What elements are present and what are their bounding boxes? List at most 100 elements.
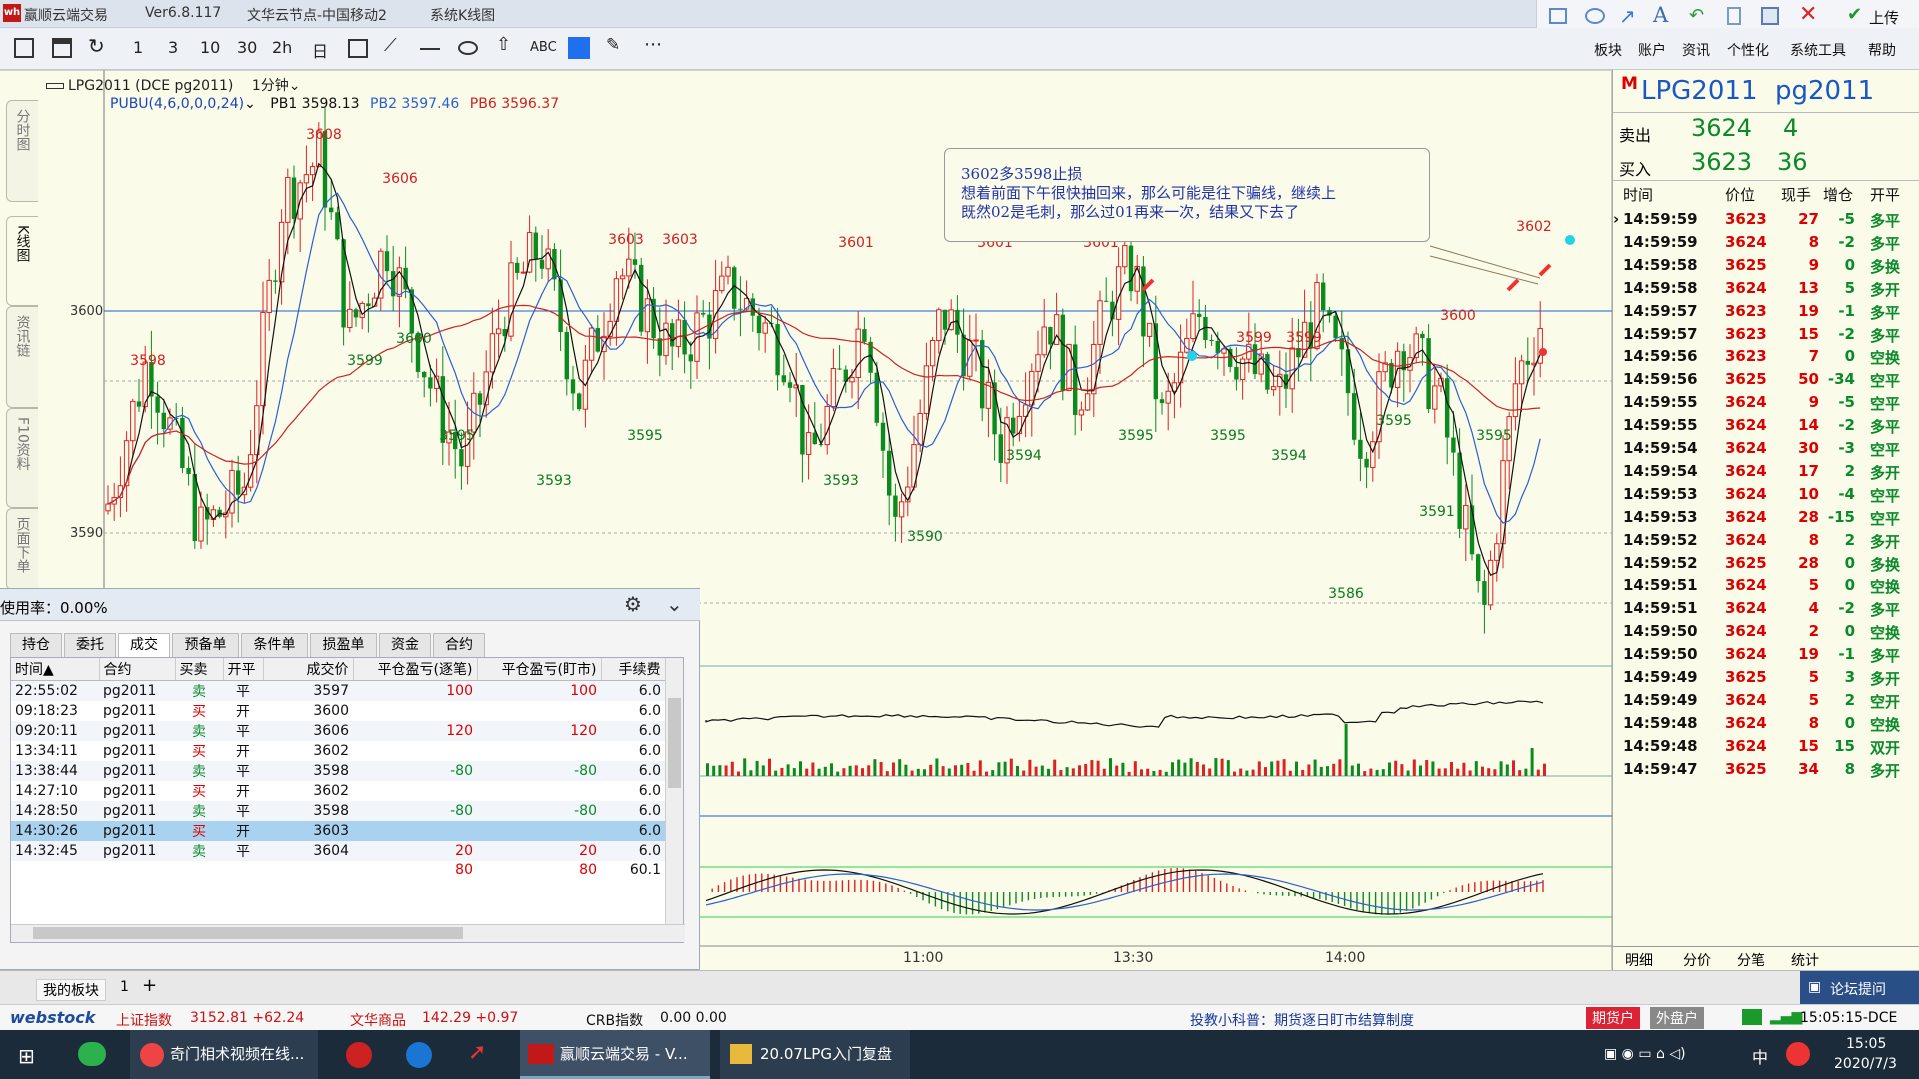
trade-row[interactable]: 09:20:11 pg2011 卖平 3606 120 120 6.0 [11,720,665,741]
sh-index-label[interactable]: 上证指数 [116,1010,172,1030]
trades-col-header[interactable]: 开平 [223,658,264,681]
tick-row[interactable]: 14:59:52 3625 28 0 多换 [1613,554,1919,577]
foreign-account-button[interactable]: 外盘户 [1650,1007,1704,1029]
taskbar-app-browser[interactable]: 奇门相术视频在线... [130,1030,318,1079]
tick-row[interactable]: 14:59:54 3624 17 2 多开 [1613,462,1919,485]
tab-detail[interactable]: 明细 [1625,950,1653,970]
ime-indicator[interactable]: 中 [1752,1044,1768,1068]
chart-note[interactable]: 3602多3598止损 想着前面下午很快抽回来，那么可能是往下骗线，继续上 既然… [944,148,1430,242]
tab-stats[interactable]: 统计 [1791,950,1819,970]
order-tab-6[interactable]: 资金 [379,633,431,657]
order-tab-1[interactable]: 委托 [64,633,116,657]
trade-row[interactable]: 22:55:02 pg2011 卖平 3597 100 100 6.0 [11,680,665,701]
menu-personalize[interactable]: 个性化 [1727,40,1769,60]
trade-row[interactable]: 14:32:45 pg2011 卖平 3604 20 20 6.0 [11,840,665,861]
layout-grid-icon[interactable] [348,39,368,58]
up-arrow-tool-icon[interactable]: ⇧ [496,34,511,55]
undo-icon[interactable]: ↶ [1689,5,1704,26]
tick-row[interactable]: 14:59:56 3625 50 -34 空平 [1613,370,1919,393]
trades-col-header[interactable]: 平仓盈亏(逐笔) [353,658,478,681]
period-30min-button[interactable]: 30 [237,38,257,57]
tick-row[interactable]: 14:59:57 3623 19 -1 多平 [1613,302,1919,325]
taskbar-app-folder[interactable]: 20.07LPG入门复盘 [720,1030,910,1079]
text-label-tool[interactable]: ABC [530,40,557,55]
forum-button-bg[interactable]: ▣ 论坛提问 [1800,971,1919,1005]
menu-system-tools[interactable]: 系统工具 [1790,40,1846,60]
menu-help[interactable]: 帮助 [1868,40,1896,60]
period-2h-button[interactable]: 2h [272,38,292,57]
order-tab-2[interactable]: 成交 [118,633,170,657]
rectangle-tool-icon[interactable] [1549,8,1567,24]
trades-col-header[interactable]: 平仓盈亏(盯市) [477,658,602,681]
vertical-scrollbar[interactable] [665,658,683,926]
tab-kline[interactable]: K线图 [6,216,38,306]
line-tool-icon[interactable]: ⟋ [384,35,397,56]
tick-row[interactable]: 14:59:51 3624 4 -2 多平 [1613,599,1919,622]
order-tab-0[interactable]: 持仓 [10,633,62,657]
refresh-icon[interactable]: ↻ [88,34,105,58]
tick-row[interactable]: 14:59:53 3624 10 -4 空平 [1613,485,1919,508]
order-tab-7[interactable]: 合约 [433,633,485,657]
taskbar-app-trading[interactable]: 赢顺云端交易 - V... [520,1030,710,1079]
app-k-icon[interactable] [406,1042,432,1068]
add-block-button[interactable]: + [142,975,157,996]
tick-row[interactable]: 14:59:55 3624 14 -2 多平 [1613,416,1919,439]
tick-row[interactable]: 14:59:55 3624 9 -5 空平 [1613,393,1919,416]
tick-row[interactable]: 14:59:59 3624 8 -2 多平 [1613,233,1919,256]
wh-index-label[interactable]: 文华商品 [350,1010,406,1030]
tick-row[interactable]: 14:59:50 3624 2 0 空换 [1613,622,1919,645]
order-icon[interactable] [14,38,34,58]
more-icon[interactable]: ⋯ [644,34,662,55]
tick-row[interactable]: 14:59:47 3625 34 8 多开 [1613,760,1919,783]
menu-board[interactable]: 板块 [1594,40,1622,60]
indicator-name[interactable]: PUBU(4,6,0,0,0,24) [110,96,244,112]
chevron-down-icon[interactable]: ⌄ [289,78,301,94]
period-3min-button[interactable]: 3 [168,38,178,57]
hline-tool-icon[interactable] [420,48,440,50]
trades-col-header[interactable]: 成交价 [263,658,354,681]
tick-row[interactable]: 14:59:53 3624 28 -15 空平 [1613,508,1919,531]
tick-row[interactable]: 14:59:49 3624 5 2 空开 [1613,691,1919,714]
trade-row[interactable]: 14:30:26 pg2011 买开 3603 6.0 [11,820,665,841]
period-day-button[interactable]: 日 [312,38,328,62]
color-picker-icon[interactable] [568,37,590,59]
my-block-tab[interactable]: 我的板块 [36,979,106,1001]
upload-button[interactable]: 上传 [1869,7,1899,28]
save-layout-icon[interactable] [52,38,72,58]
education-tip[interactable]: 投教小科普：期货逐日盯市结算制度 [1190,1010,1414,1030]
trades-col-header[interactable]: 合约 [99,658,176,681]
tick-row[interactable]: 14:59:56 3623 7 0 空换 [1613,347,1919,370]
order-tab-5[interactable]: 损盈单 [310,633,377,657]
settings-gear-icon[interactable]: ⚙ [624,592,642,616]
save-icon[interactable] [1761,7,1779,25]
trade-row[interactable]: 14:27:10 pg2011 买开 3602 6.0 [11,780,665,801]
trade-row[interactable]: 80 80 60.1 [11,860,665,881]
tray-app-icon[interactable] [1786,1042,1810,1066]
tick-row[interactable]: 14:59:58 3625 9 0 多换 [1613,256,1919,279]
app-arrow-icon[interactable]: ➚ [468,1040,486,1065]
menu-news[interactable]: 资讯 [1682,40,1710,60]
menu-account[interactable]: 账户 [1638,40,1666,60]
tab-timeshare[interactable]: 分时图 [6,100,38,202]
tab-price-dist[interactable]: 分价 [1683,950,1711,970]
trades-col-header[interactable]: 手续费 [601,658,666,681]
tab-page-order[interactable]: 页面下单 [6,508,38,590]
app-red-icon[interactable] [346,1042,372,1068]
period-1min-button[interactable]: 1 [133,38,143,57]
tick-row[interactable]: 14:59:48 3624 15 15 双开 [1613,737,1919,760]
futures-account-button[interactable]: 期货户 [1586,1007,1640,1029]
horizontal-scrollbar[interactable] [11,924,685,942]
text-tool-icon[interactable]: A [1653,3,1668,27]
trades-col-header[interactable]: 买卖 [175,658,224,681]
collapse-chevron-icon[interactable]: ⌄ [666,592,683,616]
tick-row[interactable]: › 14:59:59 3623 27 -5 多平 [1613,210,1919,233]
arrow-tool-icon[interactable]: ↗ [1619,4,1636,28]
tick-row[interactable]: 14:59:48 3624 8 0 空换 [1613,714,1919,737]
ellipse-draw-icon[interactable] [458,41,478,55]
wechat-icon[interactable] [78,1042,106,1066]
windows-start-icon[interactable]: ⊞ [18,1044,35,1068]
tick-row[interactable]: 14:59:54 3624 30 -3 空平 [1613,439,1919,462]
order-tab-3[interactable]: 预备单 [172,633,239,657]
crb-index-label[interactable]: CRB指数 [586,1010,643,1030]
tick-row[interactable]: 14:59:51 3624 5 0 空换 [1613,576,1919,599]
